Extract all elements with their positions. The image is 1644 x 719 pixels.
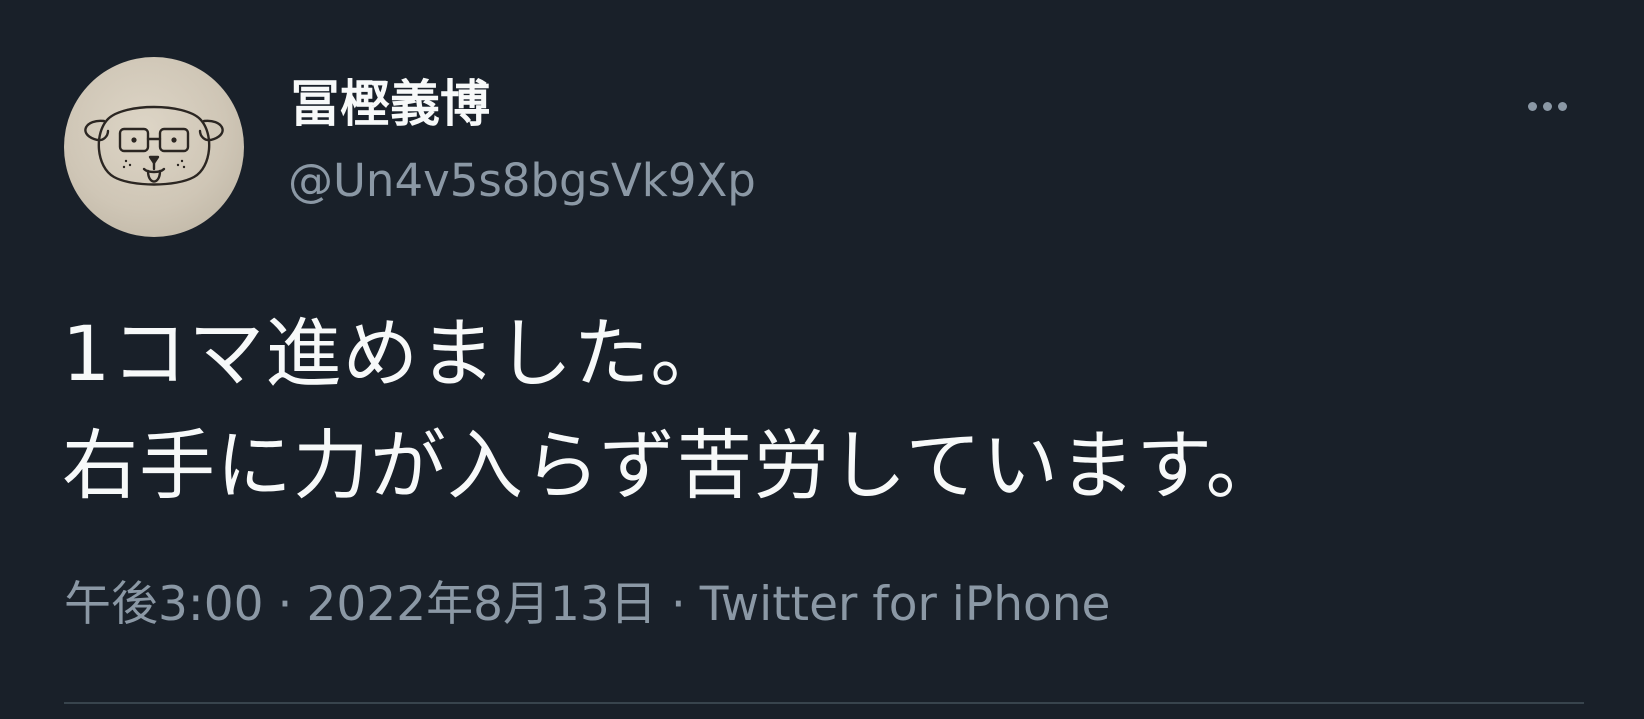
tweet-text: 1コマ進めました。 右手に力が入らず苦労しています。 — [62, 298, 1582, 522]
tweet-date[interactable]: 2022年8月13日 — [307, 577, 657, 632]
author-handle[interactable]: @Un4v5s8bgsVk9Xp — [288, 150, 756, 212]
tweet-text-line: 1コマ進めました。 — [62, 309, 728, 398]
divider — [64, 702, 1584, 704]
meta-separator: · — [277, 577, 293, 632]
more-icon-dot — [1542, 101, 1552, 111]
dog-face-drawing-icon — [84, 105, 224, 186]
avatar[interactable] — [64, 57, 244, 237]
tweet-metadata: 午後3:00 · 2022年8月13日 · Twitter for iPhone — [64, 570, 1110, 640]
tweet: 冨樫義博 @Un4v5s8bgsVk9Xp 1コマ進めました。 右手に力が入らず… — [0, 0, 1644, 719]
author-display-name[interactable]: 冨樫義博 — [290, 70, 490, 138]
more-icon-dot — [1557, 101, 1567, 111]
tweet-source-link[interactable]: Twitter for iPhone — [700, 577, 1111, 632]
more-options-button[interactable] — [1512, 86, 1582, 126]
tweet-time[interactable]: 午後3:00 — [64, 577, 264, 632]
more-horizontal-icon — [1527, 101, 1537, 111]
tweet-text-line: 右手に力が入らず苦労しています。 — [62, 421, 1283, 510]
meta-separator: · — [670, 577, 686, 632]
